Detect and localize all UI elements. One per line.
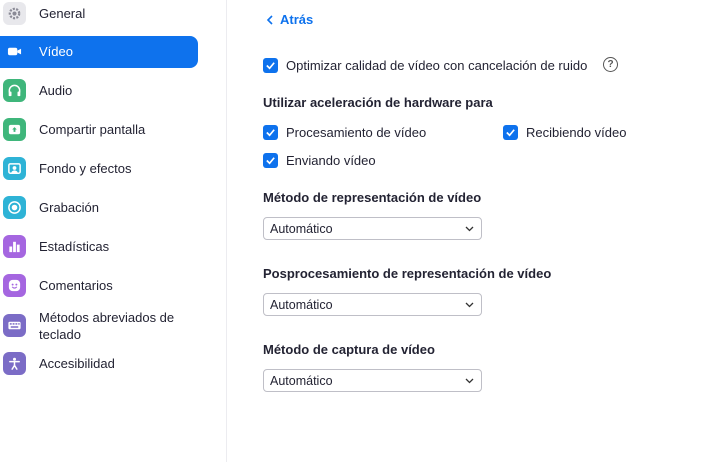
capture-method-value: Automático <box>270 374 333 388</box>
headphones-icon <box>3 79 26 102</box>
settings-sidebar: General Vídeo Audio Compartir pantalla F… <box>0 0 227 462</box>
sidebar-item-share-screen[interactable]: Compartir pantalla <box>0 114 198 146</box>
capture-method-select[interactable]: Automático <box>263 369 482 392</box>
hw-sending-video-checkbox[interactable] <box>263 153 278 168</box>
sidebar-item-label: Fondo y efectos <box>39 161 132 176</box>
sidebar-item-label: Vídeo <box>39 44 73 59</box>
feedback-icon <box>3 274 26 297</box>
sidebar-item-statistics[interactable]: Estadísticas <box>0 231 198 263</box>
share-screen-icon <box>3 118 26 141</box>
chevron-down-icon <box>465 302 474 308</box>
sidebar-item-general[interactable]: General <box>0 0 198 30</box>
post-processing-heading: Posprocesamiento de representación de ví… <box>263 266 552 281</box>
video-camera-icon <box>3 40 26 63</box>
gear-icon <box>3 2 26 25</box>
post-processing-value: Automático <box>270 298 333 312</box>
chevron-down-icon <box>465 226 474 232</box>
sidebar-item-label: Audio <box>39 83 73 98</box>
sidebar-item-accessibility[interactable]: Accesibilidad <box>0 348 198 380</box>
accessibility-icon <box>3 352 26 375</box>
sidebar-item-label: Comentarios <box>39 278 113 293</box>
sidebar-item-feedback[interactable]: Comentarios <box>0 270 198 302</box>
chevron-left-icon <box>266 14 273 25</box>
sidebar-item-label: Grabación <box>39 200 99 215</box>
sidebar-item-video[interactable]: Vídeo <box>0 36 198 68</box>
checkmark-icon <box>266 62 275 70</box>
capture-method-heading: Método de captura de vídeo <box>263 342 435 357</box>
post-processing-select[interactable]: Automático <box>263 293 482 316</box>
background-icon <box>3 157 26 180</box>
back-label: Atrás <box>280 12 314 27</box>
optimize-quality-label: Optimizar calidad de vídeo con cancelaci… <box>286 58 588 73</box>
hw-video-processing-label: Procesamiento de vídeo <box>286 125 427 140</box>
hardware-acceleration-heading: Utilizar aceleración de hardware para <box>263 95 493 110</box>
render-method-heading: Método de representación de vídeo <box>263 190 482 205</box>
statistics-icon <box>3 235 26 258</box>
sidebar-item-background-effects[interactable]: Fondo y efectos <box>0 153 198 185</box>
keyboard-icon <box>3 314 26 337</box>
checkmark-icon <box>506 129 515 137</box>
sidebar-item-label: Compartir pantalla <box>39 122 146 137</box>
hw-receiving-video-label: Recibiendo vídeo <box>526 125 627 140</box>
back-link[interactable]: Atrás <box>266 12 313 27</box>
sidebar-item-audio[interactable]: Audio <box>0 75 198 107</box>
sidebar-item-label: Accesibilidad <box>39 356 115 371</box>
hw-video-processing-checkbox[interactable] <box>263 125 278 140</box>
help-icon[interactable]: ? <box>603 57 618 72</box>
sidebar-item-recording[interactable]: Grabación <box>0 192 198 224</box>
sidebar-item-label: Métodos abreviados de teclado <box>39 310 175 342</box>
checkmark-icon <box>266 157 275 165</box>
sidebar-item-keyboard-shortcuts[interactable]: Métodos abreviados de teclado <box>0 309 198 343</box>
render-method-value: Automático <box>270 222 333 236</box>
sidebar-item-label: Estadísticas <box>39 239 110 254</box>
checkmark-icon <box>266 129 275 137</box>
render-method-select[interactable]: Automático <box>263 217 482 240</box>
sidebar-item-label: General <box>39 6 86 21</box>
optimize-quality-checkbox[interactable] <box>263 58 278 73</box>
hw-sending-video-label: Enviando vídeo <box>286 153 376 168</box>
record-icon <box>3 196 26 219</box>
chevron-down-icon <box>465 378 474 384</box>
hw-receiving-video-checkbox[interactable] <box>503 125 518 140</box>
